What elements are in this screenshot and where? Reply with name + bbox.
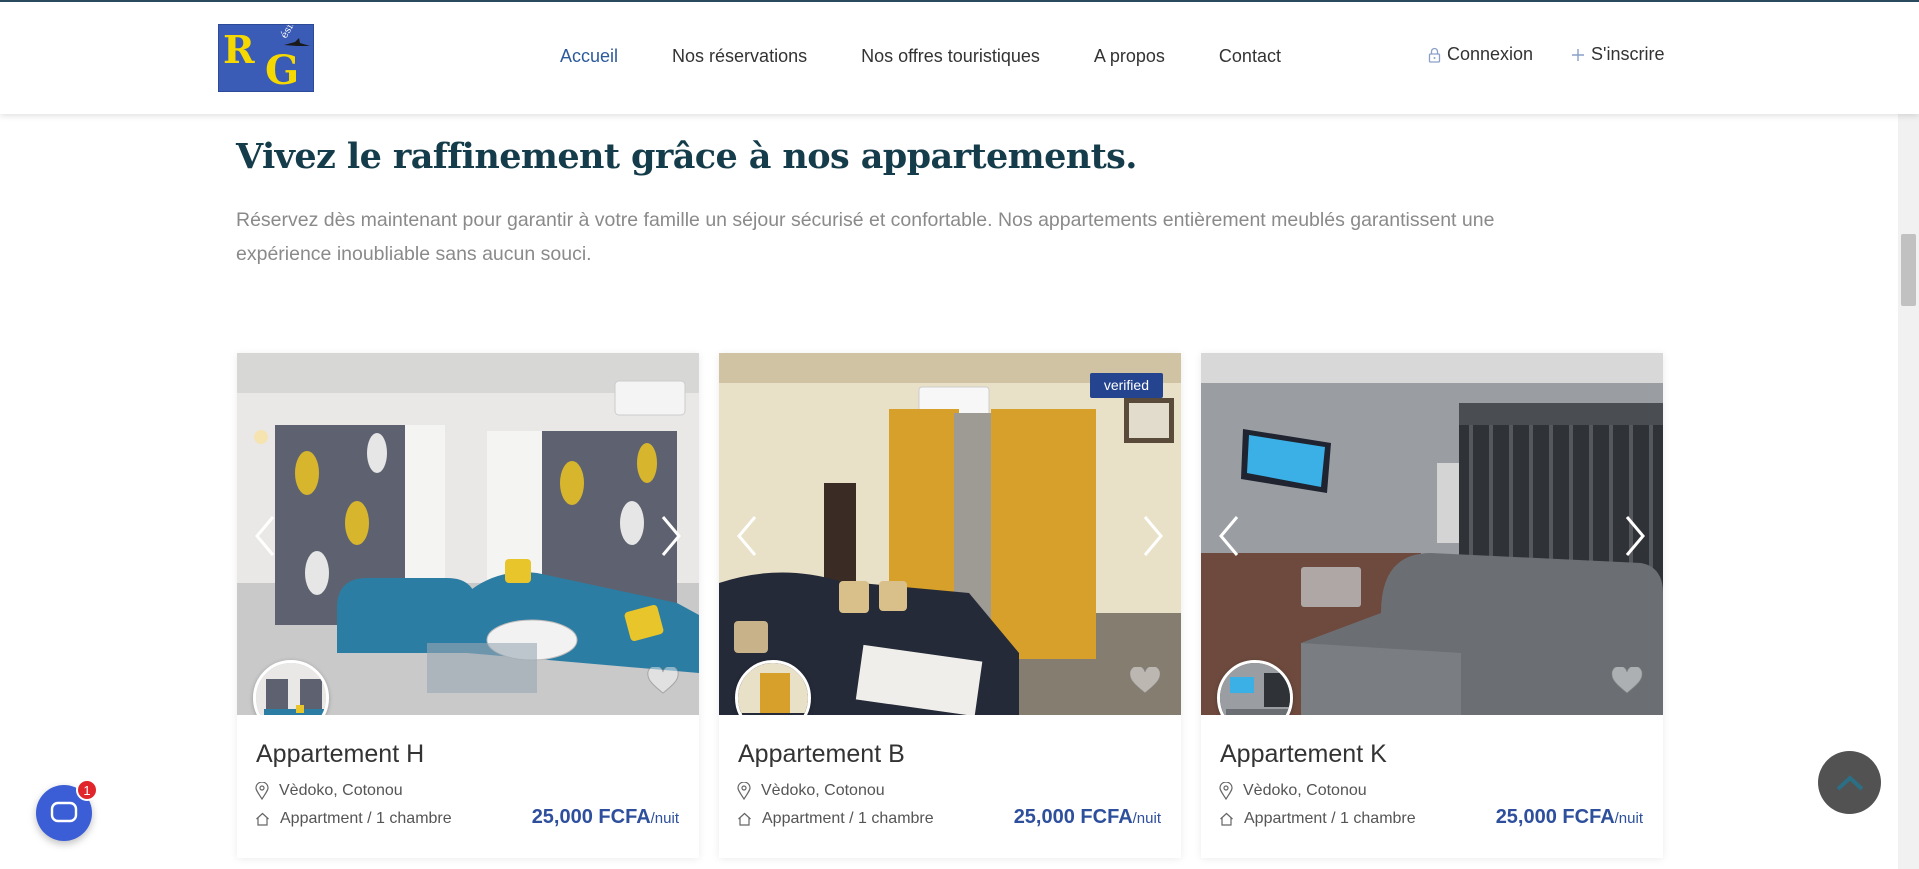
carousel-next-arrow[interactable] bbox=[1615, 511, 1655, 561]
logo-letter-g: G bbox=[265, 47, 300, 92]
price-unit: /nuit bbox=[1614, 810, 1643, 827]
carousel-prev-arrow[interactable] bbox=[245, 511, 285, 561]
map-pin-icon bbox=[255, 782, 269, 800]
chat-bubble-icon bbox=[50, 801, 78, 823]
plus-icon bbox=[1571, 48, 1585, 62]
heart-icon[interactable] bbox=[1129, 665, 1161, 700]
location-text: Vèdoko, Cotonou bbox=[1243, 782, 1367, 799]
login-link[interactable]: Connexion bbox=[1428, 44, 1533, 65]
home-icon bbox=[256, 812, 269, 826]
scroll-to-top-button[interactable] bbox=[1818, 751, 1881, 814]
location-text: Vèdoko, Cotonou bbox=[279, 782, 403, 799]
type-text: Appartment / 1 chambre bbox=[762, 810, 934, 827]
listing-location: Vèdoko, Cotonou bbox=[255, 782, 403, 800]
page-scrollbar[interactable] bbox=[1898, 0, 1919, 869]
listing-title[interactable]: Appartement B bbox=[738, 740, 905, 769]
logo-letter-r: R bbox=[223, 27, 255, 72]
carousel-next-arrow[interactable] bbox=[1133, 511, 1173, 561]
verified-badge: verified bbox=[1089, 373, 1163, 398]
bird-icon bbox=[284, 38, 310, 46]
main-nav: Accueil Nos réservations Nos offres tour… bbox=[560, 46, 1335, 67]
price-amount: 25,000 FCFA bbox=[1013, 806, 1133, 828]
type-text: Appartment / 1 chambre bbox=[280, 810, 452, 827]
map-pin-icon bbox=[1219, 782, 1233, 800]
listing-title[interactable]: Appartement K bbox=[1220, 740, 1387, 769]
price-amount: 25,000 FCFA bbox=[1495, 806, 1615, 828]
page-scrollbar-thumb[interactable] bbox=[1901, 234, 1916, 306]
listing-card[interactable]: verified Appartement B Vèdoko, Cotonou A… bbox=[719, 353, 1181, 858]
signup-label: S'inscrire bbox=[1591, 44, 1665, 64]
listing-photo[interactable]: verified bbox=[719, 353, 1181, 715]
listing-location: Vèdoko, Cotonou bbox=[1219, 782, 1367, 800]
nav-item-accueil[interactable]: Accueil bbox=[560, 46, 618, 67]
living-room-photo bbox=[1201, 353, 1663, 715]
nav-item-apropos[interactable]: A propos bbox=[1094, 46, 1165, 67]
listing-photo[interactable] bbox=[1201, 353, 1663, 715]
lock-icon bbox=[1428, 47, 1441, 63]
listing-card[interactable]: Appartement K Vèdoko, Cotonou Appartment… bbox=[1201, 353, 1663, 858]
nav-item-offres[interactable]: Nos offres touristiques bbox=[861, 46, 1040, 67]
carousel-prev-arrow[interactable] bbox=[1209, 511, 1249, 561]
login-label: Connexion bbox=[1447, 44, 1534, 64]
carousel-prev-arrow[interactable] bbox=[727, 511, 767, 561]
listing-price: 25,000 FCFA/nuit bbox=[1014, 806, 1161, 829]
home-icon bbox=[738, 812, 751, 826]
listing-type: Appartment / 1 chambre bbox=[1219, 810, 1416, 828]
living-room-photo bbox=[237, 353, 699, 715]
listing-price: 25,000 FCFA/nuit bbox=[532, 806, 679, 829]
heart-icon[interactable] bbox=[647, 665, 679, 700]
chat-notification-badge: 1 bbox=[76, 779, 98, 801]
heart-icon[interactable] bbox=[1611, 665, 1643, 700]
listing-photo[interactable] bbox=[237, 353, 699, 715]
section-description: Réservez dès maintenant pour garantir à … bbox=[236, 209, 1495, 265]
map-pin-icon bbox=[737, 782, 751, 800]
nav-item-contact[interactable]: Contact bbox=[1219, 46, 1281, 67]
listing-location: Vèdoko, Cotonou bbox=[737, 782, 885, 800]
listing-type: Appartment / 1 chambre bbox=[737, 810, 934, 828]
location-text: Vèdoko, Cotonou bbox=[761, 782, 885, 799]
price-unit: /nuit bbox=[650, 810, 679, 827]
site-logo[interactable]: R G ésidences bbox=[218, 24, 314, 92]
listing-card[interactable]: Appartement H Vèdoko, Cotonou Appartment… bbox=[237, 353, 699, 858]
nav-item-reservations[interactable]: Nos réservations bbox=[672, 46, 807, 67]
signup-link[interactable]: S'inscrire bbox=[1571, 44, 1664, 65]
price-unit: /nuit bbox=[1132, 810, 1161, 827]
site-header: R G ésidences Accueil Nos réservations N… bbox=[0, 0, 1919, 114]
price-amount: 25,000 FCFA bbox=[531, 806, 651, 828]
home-icon bbox=[1220, 812, 1233, 826]
chevron-up-icon bbox=[1836, 774, 1863, 790]
listing-type: Appartment / 1 chambre bbox=[255, 810, 452, 828]
section-title: Vivez le raffinement grâce à nos apparte… bbox=[236, 136, 1137, 177]
listing-title[interactable]: Appartement H bbox=[256, 740, 424, 769]
listing-price: 25,000 FCFA/nuit bbox=[1496, 806, 1643, 829]
living-room-photo bbox=[719, 353, 1181, 715]
carousel-next-arrow[interactable] bbox=[651, 511, 691, 561]
type-text: Appartment / 1 chambre bbox=[1244, 810, 1416, 827]
